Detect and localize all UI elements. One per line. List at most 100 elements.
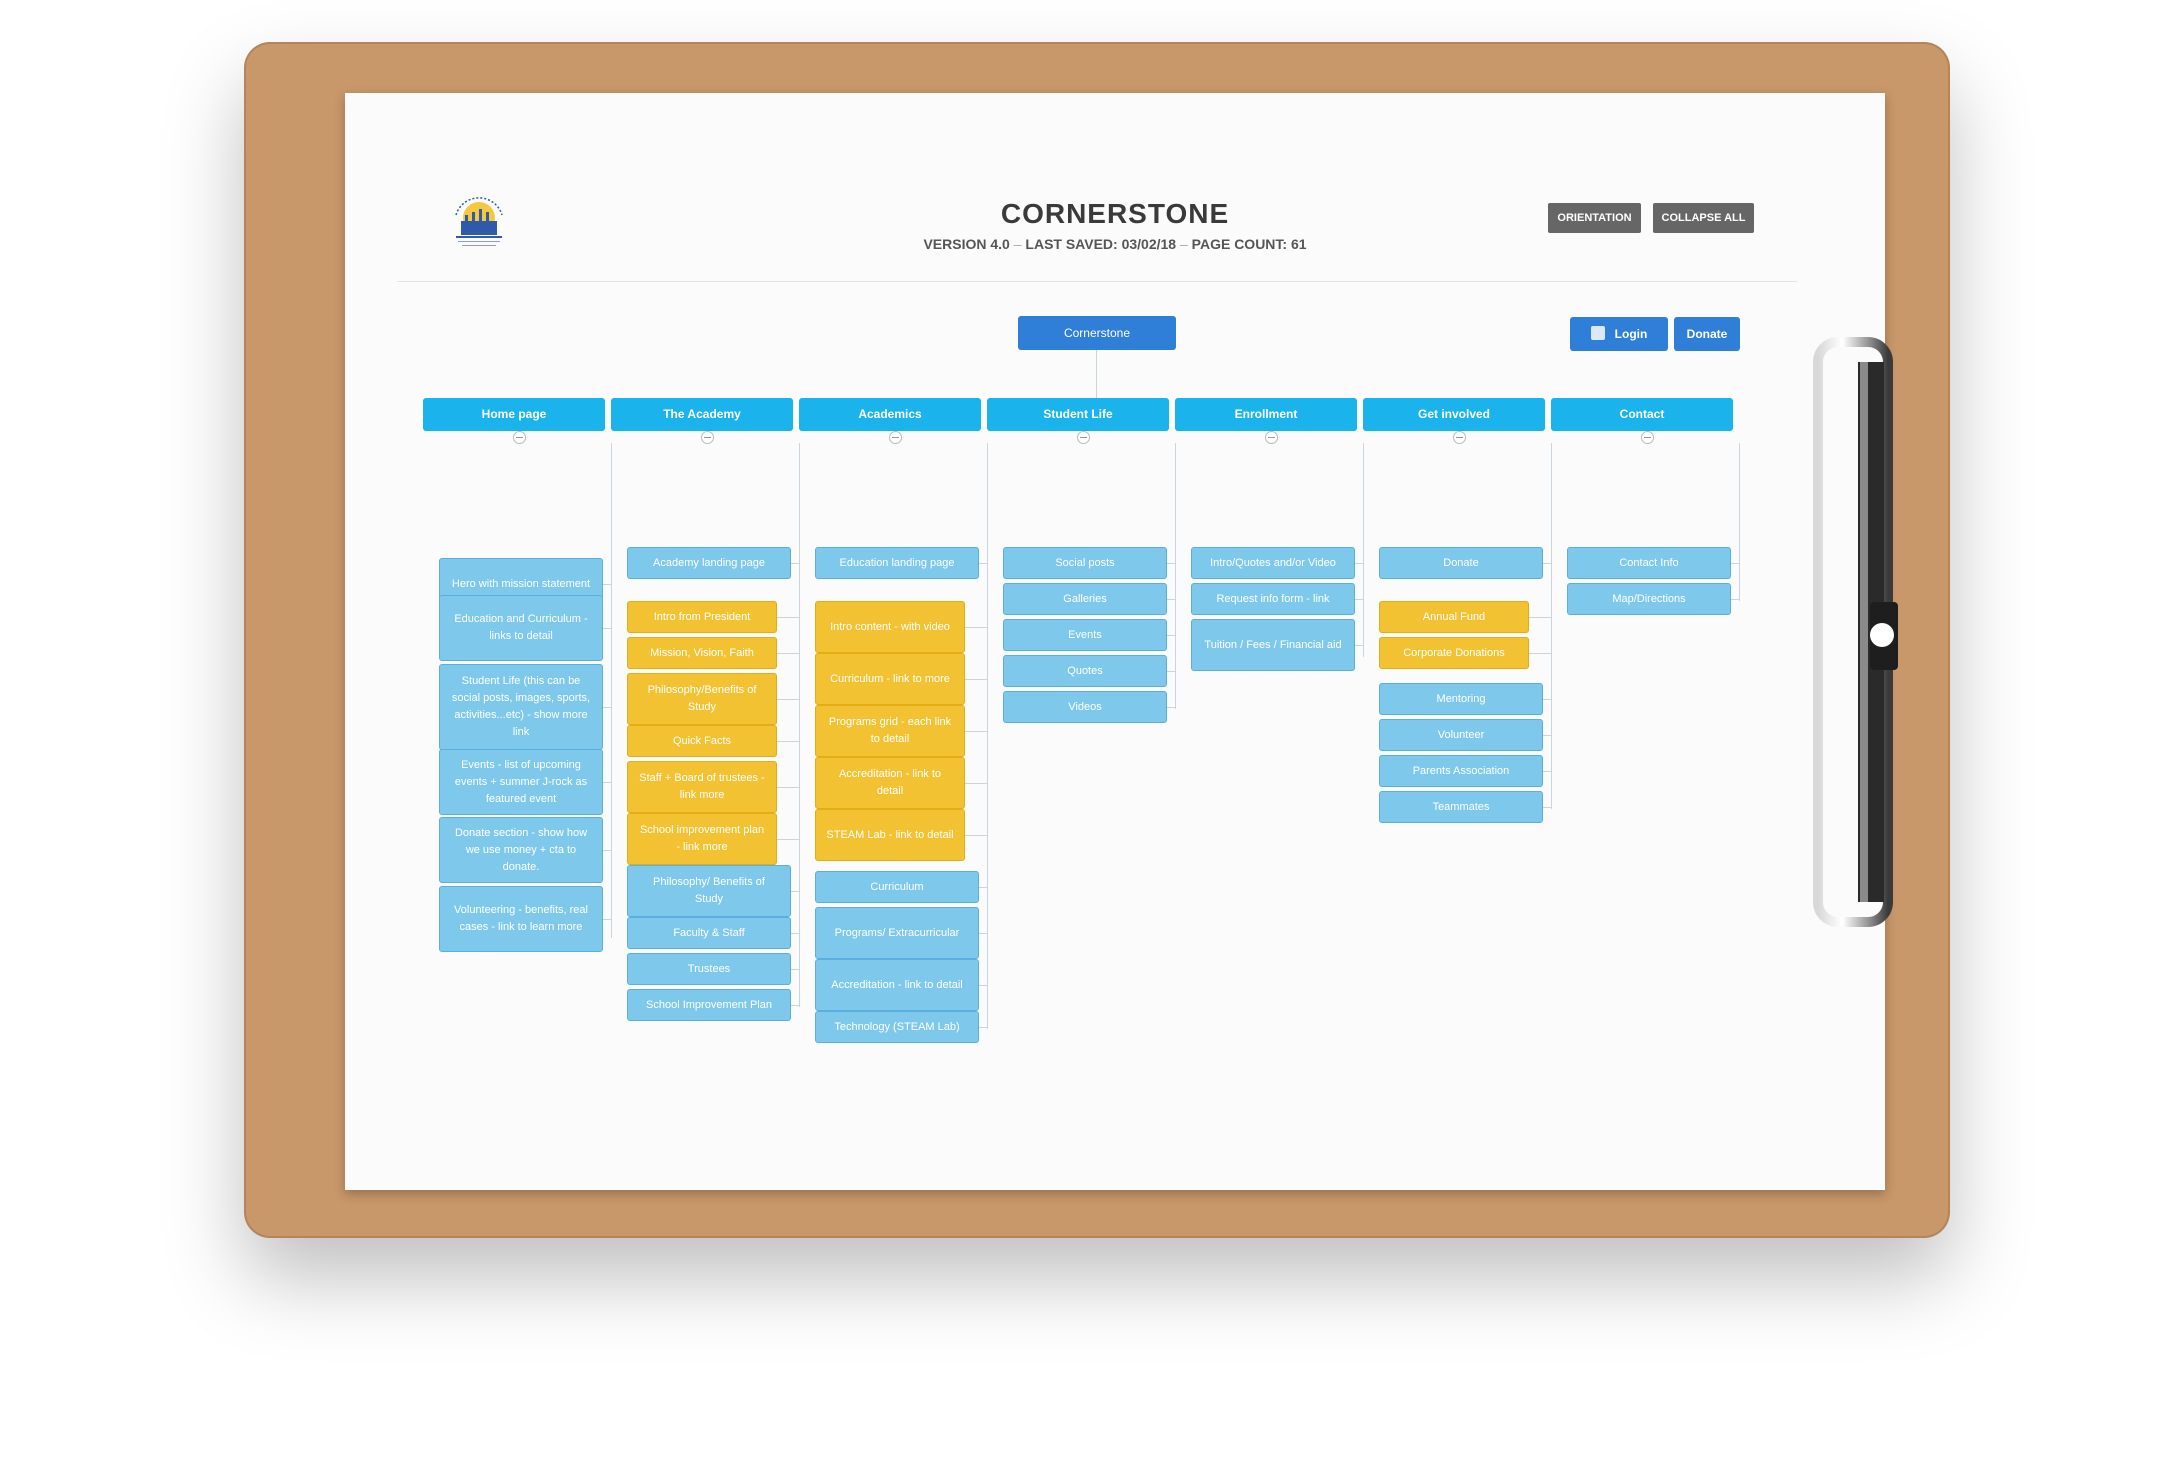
page-node[interactable]: Galleries	[1003, 583, 1167, 615]
subpage-node[interactable]: Mission, Vision, Faith	[627, 637, 777, 669]
branch-tick	[791, 933, 799, 934]
section-header[interactable]: Get involved	[1363, 398, 1545, 431]
branch-tick	[1355, 563, 1363, 564]
page-node[interactable]: Events	[1003, 619, 1167, 651]
branch-tick	[965, 731, 987, 732]
page-node[interactable]: Volunteer	[1379, 719, 1543, 751]
page-node[interactable]: Curriculum	[815, 871, 979, 903]
page-node[interactable]: Map/Directions	[1567, 583, 1731, 615]
section-header[interactable]: Enrollment	[1175, 398, 1357, 431]
branch-tick	[965, 783, 987, 784]
branch-connector	[1551, 443, 1552, 809]
branch-connector	[611, 443, 612, 938]
branch-tick	[979, 933, 987, 934]
branch-tick	[1355, 599, 1363, 600]
page-node[interactable]: Technology (STEAM Lab)	[815, 1011, 979, 1043]
branch-tick	[777, 653, 799, 654]
branch-tick	[979, 985, 987, 986]
subpage-node[interactable]: Annual Fund	[1379, 601, 1529, 633]
branch-tick	[1167, 707, 1175, 708]
page-node[interactable]: Social posts	[1003, 547, 1167, 579]
branch-tick	[1167, 671, 1175, 672]
branch-connector	[799, 443, 800, 1007]
collapse-toggle-icon[interactable]	[513, 431, 526, 444]
subpage-node[interactable]: Intro from President	[627, 601, 777, 633]
branch-tick	[777, 787, 799, 788]
subpage-node[interactable]: Curriculum - link to more	[815, 653, 965, 705]
page-node[interactable]: Academy landing page	[627, 547, 791, 579]
page-node[interactable]: Programs/ Extracurricular	[815, 907, 979, 959]
section-header[interactable]: Contact	[1551, 398, 1733, 431]
branch-tick	[777, 617, 799, 618]
branch-tick	[1167, 635, 1175, 636]
branch-connector	[987, 443, 988, 1029]
page-node[interactable]: Education and Curriculum - links to deta…	[439, 595, 603, 661]
last-saved-text: LAST SAVED: 03/02/18	[1025, 236, 1177, 252]
branch-connector	[1739, 443, 1740, 601]
page-node[interactable]: Teammates	[1379, 791, 1543, 823]
version-text: VERSION 4.0	[923, 236, 1010, 252]
page-node[interactable]: Contact Info	[1567, 547, 1731, 579]
page-node[interactable]: Mentoring	[1379, 683, 1543, 715]
page-node[interactable]: Donate section - show how we use money +…	[439, 817, 603, 883]
branch-tick	[1543, 735, 1551, 736]
section-header[interactable]: The Academy	[611, 398, 793, 431]
subpage-node[interactable]: Programs grid - each link to detail	[815, 705, 965, 757]
meta-separator: –	[1179, 236, 1188, 252]
subpage-node[interactable]: School improvement plan - link more	[627, 813, 777, 865]
section-header[interactable]: Student Life	[987, 398, 1169, 431]
login-label: Login	[1614, 327, 1648, 341]
page-node[interactable]: Request info form - link	[1191, 583, 1355, 615]
subpage-node[interactable]: Intro content - with video	[815, 601, 965, 653]
branch-tick	[777, 741, 799, 742]
collapse-toggle-icon[interactable]	[1641, 431, 1654, 444]
page-node[interactable]: Volunteering - benefits, real cases - li…	[439, 886, 603, 952]
collapse-toggle-icon[interactable]	[1265, 431, 1278, 444]
page-node[interactable]: Education landing page	[815, 547, 979, 579]
branch-tick	[791, 969, 799, 970]
subpage-node[interactable]: Philosophy/Benefits of Study	[627, 673, 777, 725]
login-button[interactable]: Login	[1570, 317, 1668, 351]
page-node[interactable]: School Improvement Plan	[627, 989, 791, 1021]
page-node[interactable]: Faculty & Staff	[627, 917, 791, 949]
branch-tick	[1543, 699, 1551, 700]
subpage-node[interactable]: STEAM Lab - link to detail	[815, 809, 965, 861]
page-node[interactable]: Student Life (this can be social posts, …	[439, 664, 603, 750]
section-header[interactable]: Home page	[423, 398, 605, 431]
branch-tick	[979, 887, 987, 888]
meta-separator: –	[1013, 236, 1022, 252]
page-node[interactable]: Philosophy/ Benefits of Study	[627, 865, 791, 917]
subpage-node[interactable]: Staff + Board of trustees - link more	[627, 761, 777, 813]
branch-tick	[1543, 563, 1551, 564]
page-node[interactable]: Videos	[1003, 691, 1167, 723]
page-node[interactable]: Events - list of upcoming events + summe…	[439, 749, 603, 815]
subpage-node[interactable]: Quick Facts	[627, 725, 777, 757]
sitemap-sheet: CORNERSTONE VERSION 4.0 – LAST SAVED: 03…	[345, 93, 1885, 1190]
page-node[interactable]: Intro/Quotes and/or Video	[1191, 547, 1355, 579]
branch-tick	[1529, 617, 1551, 618]
branch-tick	[1167, 563, 1175, 564]
clipboard-clip	[1813, 337, 1898, 927]
page-node[interactable]: Quotes	[1003, 655, 1167, 687]
root-node[interactable]: Cornerstone	[1018, 316, 1176, 350]
page-node[interactable]: Trustees	[627, 953, 791, 985]
collapse-all-button[interactable]: COLLAPSE ALL	[1653, 203, 1754, 233]
collapse-toggle-icon[interactable]	[1453, 431, 1466, 444]
branch-tick	[1731, 563, 1739, 564]
branch-tick	[603, 782, 611, 783]
collapse-toggle-icon[interactable]	[1077, 431, 1090, 444]
subpage-node[interactable]: Accreditation - link to detail	[815, 757, 965, 809]
page-node[interactable]: Donate	[1379, 547, 1543, 579]
collapse-toggle-icon[interactable]	[701, 431, 714, 444]
subpage-node[interactable]: Corporate Donations	[1379, 637, 1529, 669]
page-node[interactable]: Accreditation - link to detail	[815, 959, 979, 1011]
branch-tick	[965, 679, 987, 680]
page-node[interactable]: Parents Association	[1379, 755, 1543, 787]
donate-button[interactable]: Donate	[1674, 317, 1740, 351]
section-header[interactable]: Academics	[799, 398, 981, 431]
branch-tick	[1529, 653, 1551, 654]
page-node[interactable]: Tuition / Fees / Financial aid	[1191, 619, 1355, 671]
orientation-button[interactable]: ORIENTATION	[1548, 203, 1641, 233]
collapse-toggle-icon[interactable]	[889, 431, 902, 444]
branch-tick	[1167, 599, 1175, 600]
